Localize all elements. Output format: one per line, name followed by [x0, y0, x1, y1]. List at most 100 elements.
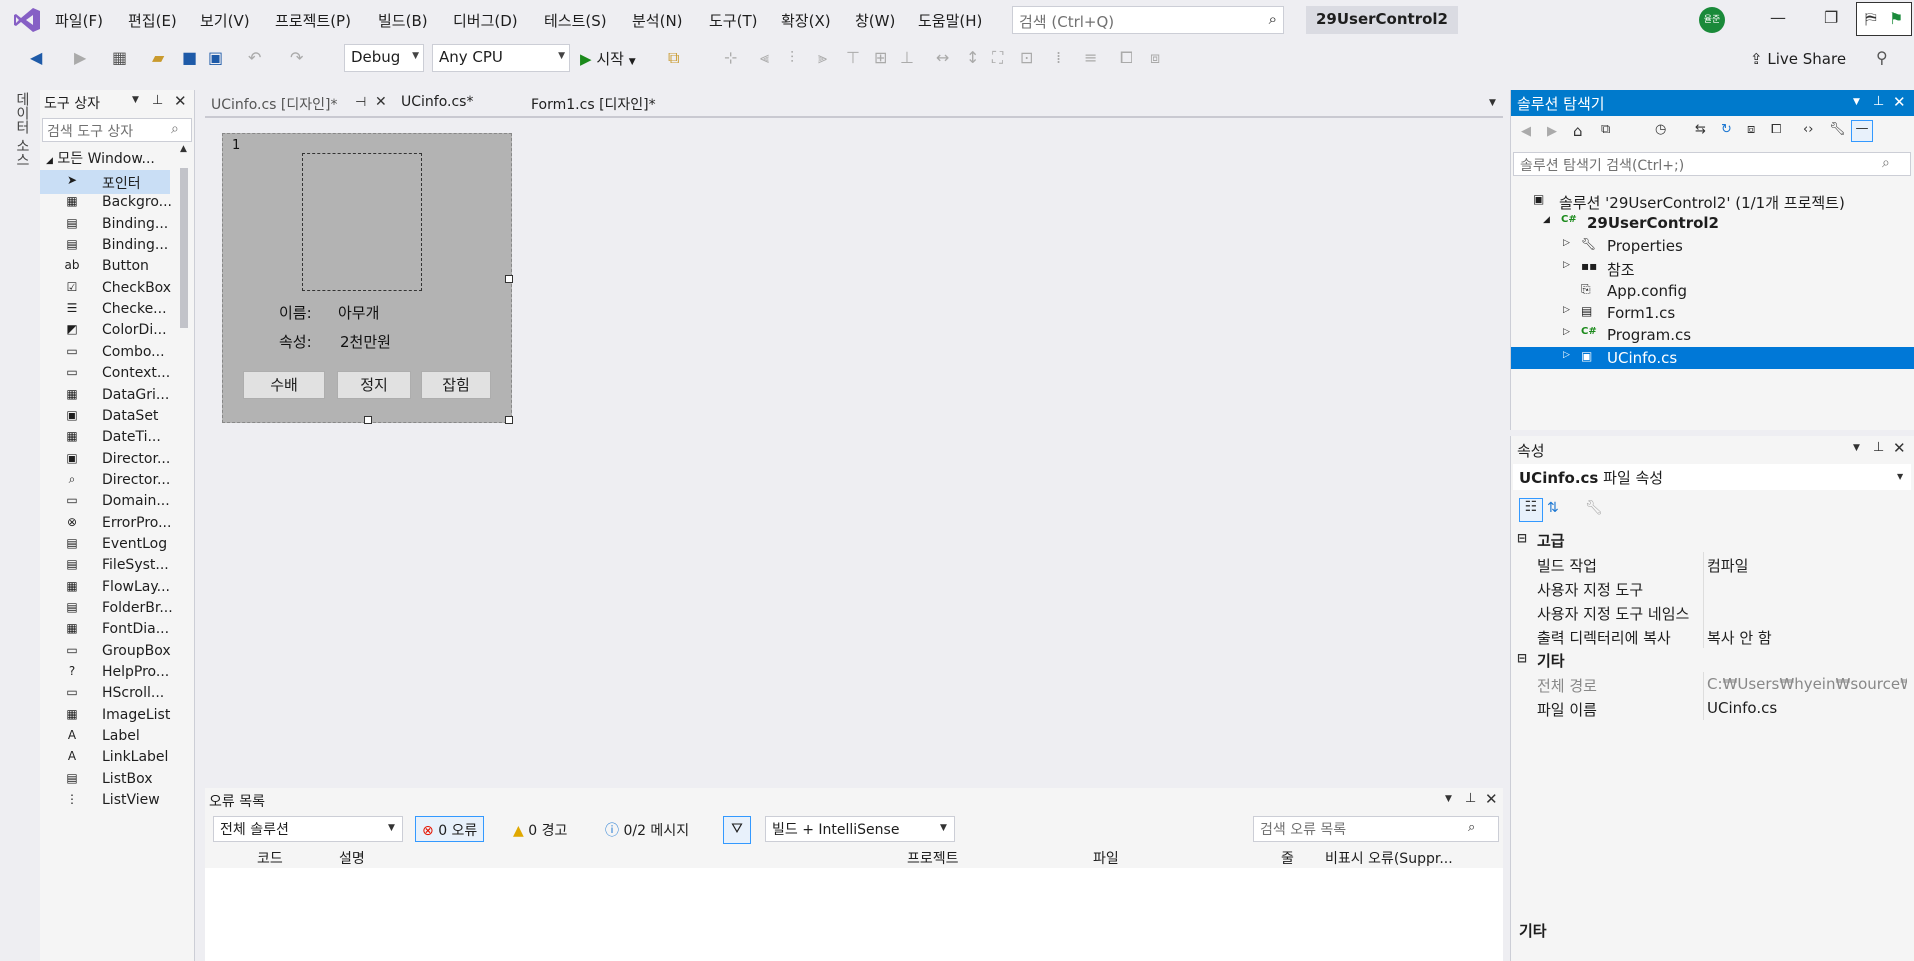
property-row[interactable]: 전체 경로 C:₩Users₩hyein₩source₩repo [1511, 672, 1914, 696]
pin-icon[interactable]: ⊥ [152, 93, 163, 108]
quick-search-input[interactable]: 검색 (Ctrl+Q) ⌕ [1012, 6, 1284, 34]
pin-icon[interactable]: ⊥ [1873, 440, 1884, 455]
alphabetical-icon[interactable]: ⇅ [1547, 500, 1559, 516]
pin-icon[interactable]: ⊥ [1873, 94, 1884, 109]
menu-debug[interactable]: 디버그(D) [453, 10, 518, 31]
property-row[interactable]: 사용자 지정 도구 네임스 [1511, 600, 1914, 624]
filter-toggle-button[interactable]: ⛛ [723, 816, 751, 844]
collapse-all-icon[interactable]: ⧈ [1747, 122, 1755, 137]
property-value[interactable]: 컴파일 [1707, 555, 1907, 576]
redo-icon[interactable]: ↷ [290, 48, 303, 67]
toolbox-group-all-windows-forms[interactable]: ◢ 모든 Window... [46, 148, 155, 168]
align-lefts-icon[interactable]: ⫷ [760, 48, 769, 68]
stop-button[interactable]: 정지 [337, 371, 411, 399]
visual-studio-logo-icon[interactable] [12, 6, 42, 34]
toolbox-scroll-thumb[interactable] [180, 168, 188, 328]
scroll-up-icon[interactable]: ▲ [180, 144, 187, 154]
expand-icon[interactable]: ▷ [1563, 350, 1570, 360]
bring-to-front-icon[interactable]: ⧠ [1120, 48, 1133, 68]
expand-icon[interactable]: ▷ [1563, 327, 1570, 337]
view-code-icon[interactable]: ‹› [1803, 122, 1813, 137]
tab-form1-design[interactable]: Form1.cs [디자인]* [525, 90, 725, 116]
solution-tree-node[interactable]: ▷ ▤ Form1.cs [1511, 302, 1914, 324]
property-row[interactable]: 출력 디렉터리에 복사 복사 안 함 [1511, 624, 1914, 648]
expanded-icon[interactable]: ◢ [1543, 215, 1550, 225]
make-same-height-icon[interactable]: ↕ [966, 48, 979, 67]
column-suppression[interactable]: 비표시 오류(Suppr... [1325, 848, 1453, 868]
solution-tree-node[interactable]: ▷ C# Program.cs [1511, 324, 1914, 346]
sync-icon[interactable]: ⇆ [1695, 122, 1706, 137]
close-icon[interactable]: ✕ [174, 92, 187, 110]
picturebox[interactable] [302, 153, 422, 291]
error-scope-select[interactable]: 전체 솔루션 ▼ [213, 816, 403, 842]
usercontrol-design-frame[interactable]: 1 이름: 아무개 속성: 2천만원 수배 정지 잡힘 [222, 133, 513, 424]
property-row[interactable]: 빌드 작업 컴파일 [1511, 552, 1914, 576]
messages-filter-button[interactable]: ⓘ 0/2 메시지 [605, 820, 689, 840]
preview-icon[interactable]: — [1851, 120, 1873, 142]
undo-icon[interactable]: ↶ [248, 48, 261, 67]
forward-icon[interactable]: ▶ [74, 48, 86, 67]
pending-changes-icon[interactable]: ◷ [1655, 122, 1666, 137]
category-misc[interactable]: ⊟ 기타 [1511, 648, 1914, 672]
solution-tree-node[interactable]: ▷ 🔧︎ Properties [1511, 235, 1914, 257]
close-icon[interactable]: ✕ [1893, 439, 1906, 457]
resize-handle-right[interactable] [505, 275, 513, 283]
categorized-icon[interactable]: ☷ [1519, 498, 1543, 522]
admin-icon[interactable]: ⚲ [1876, 48, 1888, 67]
column-file[interactable]: 파일 [1093, 848, 1119, 868]
forward-icon[interactable]: ▶ [1547, 124, 1557, 139]
column-line[interactable]: 줄 [1281, 848, 1294, 868]
feedback-button[interactable]: ⛿ ⚑ [1856, 2, 1912, 36]
horizontal-spacing-icon[interactable]: ⁞ [1056, 48, 1061, 67]
expand-icon[interactable]: ▷ [1563, 238, 1570, 248]
align-tops-icon[interactable]: ⊤ [846, 48, 860, 67]
align-bottoms-icon[interactable]: ⊥ [900, 48, 914, 67]
menu-window[interactable]: 창(W) [855, 10, 895, 31]
toolbox-item[interactable]: ⋮ ListView [40, 789, 170, 813]
refresh-icon[interactable]: ↻ [1721, 122, 1732, 137]
build-filter-select[interactable]: 빌드 + IntelliSense ▼ [765, 816, 955, 842]
property-value[interactable]: UCinfo.cs [1707, 699, 1907, 717]
errors-filter-button[interactable]: ⊗ 0 오류 [415, 816, 485, 842]
align-rights-icon[interactable]: ⫸ [818, 48, 827, 68]
property-value[interactable]: 복사 안 함 [1707, 627, 1907, 648]
menu-help[interactable]: 도움말(H) [918, 10, 982, 31]
browser-link-icon[interactable]: ⧉ [668, 48, 679, 68]
solution-tree-node[interactable]: ◢ C# 29UserControl2 [1511, 212, 1914, 234]
minimize-icon[interactable]: — [1770, 8, 1786, 27]
new-project-icon[interactable]: ▦ [112, 48, 127, 67]
category-advanced[interactable]: ⊟ 고급 [1511, 528, 1914, 552]
start-debugging-button[interactable]: ▶ 시작 ▼ [580, 48, 636, 69]
solution-configuration-select[interactable]: Debug ▼ [344, 44, 424, 72]
save-icon[interactable]: ■ [182, 48, 197, 67]
menu-project[interactable]: 프로젝트(P) [275, 10, 351, 31]
chevron-down-icon[interactable]: ▼ [1445, 794, 1452, 804]
pin-icon[interactable]: ⊣ [355, 95, 366, 110]
make-same-width-icon[interactable]: ↔ [936, 48, 949, 67]
tab-ucinfo-design[interactable]: UCinfo.cs [디자인]* ⊣ ✕ [205, 90, 395, 116]
solution-platform-select[interactable]: Any CPU ▼ [432, 44, 570, 72]
column-code[interactable]: 코드 [257, 848, 283, 868]
caught-button[interactable]: 잡힘 [421, 371, 491, 399]
menu-build[interactable]: 빌드(B) [378, 10, 428, 31]
size-to-grid-icon[interactable]: ⛶ [992, 48, 1003, 68]
toolbox-search-input[interactable]: 검색 도구 상자 ⌕ [42, 118, 192, 142]
wanted-button[interactable]: 수배 [243, 371, 325, 399]
show-all-files-icon[interactable]: ⧠ [1771, 122, 1781, 137]
menu-edit[interactable]: 편집(E) [128, 10, 177, 31]
tab-ucinfo-code[interactable]: UCinfo.cs* [395, 90, 515, 116]
error-search-input[interactable]: 검색 오류 목록 ⌕ [1253, 816, 1499, 842]
align-centers-icon[interactable]: ⫶ [790, 48, 794, 68]
property-pages-icon[interactable]: 🔧︎ [1585, 500, 1603, 516]
menu-file[interactable]: 파일(F) [55, 10, 103, 31]
menu-extensions[interactable]: 확장(X) [781, 10, 831, 31]
close-icon[interactable]: ✕ [375, 94, 387, 110]
property-row[interactable]: 파일 이름 UCinfo.cs [1511, 696, 1914, 720]
chevron-down-icon[interactable]: ▼ [1853, 443, 1860, 453]
align-icon[interactable]: ⊹ [724, 48, 737, 67]
solution-explorer-search-input[interactable]: 솔루션 탐색기 검색(Ctrl+;) ⌕ [1513, 152, 1911, 176]
property-value[interactable]: C:₩Users₩hyein₩source₩repo [1707, 675, 1907, 693]
menu-analyze[interactable]: 분석(N) [632, 10, 683, 31]
property-row[interactable]: 사용자 지정 도구 [1511, 576, 1914, 600]
resize-handle-corner[interactable] [505, 416, 513, 424]
